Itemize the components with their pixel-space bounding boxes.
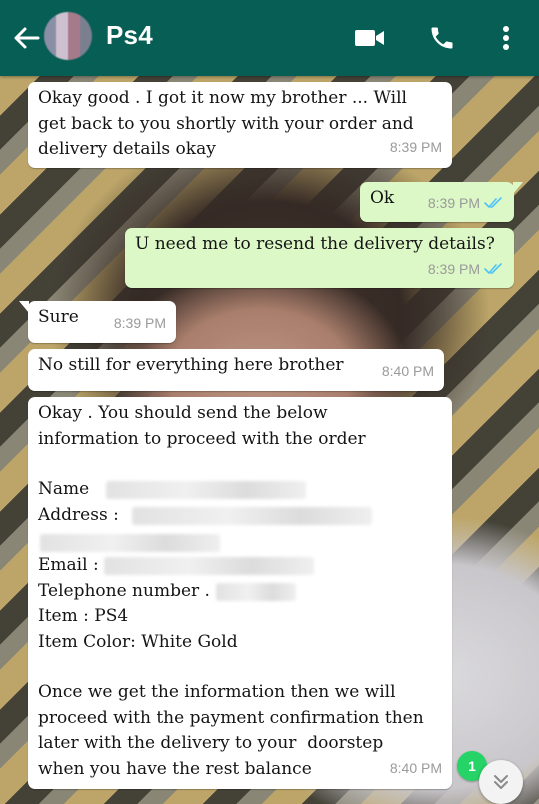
scroll-to-bottom-button[interactable] <box>479 760 523 804</box>
message-text-line: proceed with the payment confirmation th… <box>38 707 424 728</box>
message-bubble-incoming[interactable]: Sure 8:39 PM <box>19 301 176 343</box>
item-color-line: Item Color: White Gold <box>38 631 238 652</box>
phone-call-icon[interactable] <box>424 20 460 56</box>
message-text: Ok <box>370 188 395 208</box>
contact-name[interactable]: Ps4 <box>106 20 153 51</box>
redacted-address <box>132 507 372 525</box>
message-text-line: later with the delivery to your doorstep <box>38 733 384 753</box>
double-chevron-down-icon <box>494 775 508 789</box>
redacted-name <box>106 481 306 499</box>
item-line: Item : PS4 <box>38 606 129 626</box>
message-time: 8:40 PM <box>389 759 442 776</box>
message-time: 8:40 PM <box>381 362 434 379</box>
message-bubble-outgoing[interactable]: U need me to resend the delivery details… <box>125 228 514 288</box>
chat-messages[interactable]: Okay good . I got it now my brother ... … <box>0 76 539 804</box>
redacted-telephone <box>216 583 296 601</box>
double-check-read-icon <box>484 197 502 209</box>
message-bubble-outgoing[interactable]: Ok 8:39 PM <box>360 182 523 222</box>
double-check-read-icon <box>484 263 502 275</box>
message-text: Sure <box>38 307 79 327</box>
video-call-icon[interactable] <box>352 20 388 56</box>
message-text: U need me to resend the delivery details… <box>135 234 495 254</box>
contact-avatar[interactable] <box>44 12 92 60</box>
message-text: No still for everything here brother <box>38 355 344 375</box>
message-bubble-incoming[interactable]: Okay . You should send the below informa… <box>28 397 452 789</box>
message-text-line: Okay good . I got it now my brother ... … <box>38 88 407 108</box>
message-text-line: delivery details okay <box>38 139 216 159</box>
redacted-email <box>104 557 314 575</box>
message-text-line: information to proceed with the order <box>38 428 366 449</box>
message-time: 8:39 PM <box>427 194 480 211</box>
message-text-line: Once we get the information then we will <box>38 682 396 702</box>
message-bubble-incoming[interactable]: Okay good . I got it now my brother ... … <box>28 82 452 168</box>
redacted-address <box>40 534 220 552</box>
more-vert-icon[interactable] <box>488 20 524 56</box>
message-bubble-incoming[interactable]: No still for everything here brother 8:4… <box>28 349 444 391</box>
chat-header: Ps4 <box>0 0 539 76</box>
message-time: 8:39 PM <box>113 314 166 331</box>
message-time: 8:39 PM <box>427 260 480 277</box>
back-arrow-icon[interactable] <box>8 20 44 56</box>
message-text-line: get back to you shortly with your order … <box>38 113 414 134</box>
message-time: 8:39 PM <box>389 138 442 155</box>
message-text-line: when you have the rest balance <box>38 758 312 779</box>
message-text-line: Okay . You should send the below <box>38 403 328 423</box>
